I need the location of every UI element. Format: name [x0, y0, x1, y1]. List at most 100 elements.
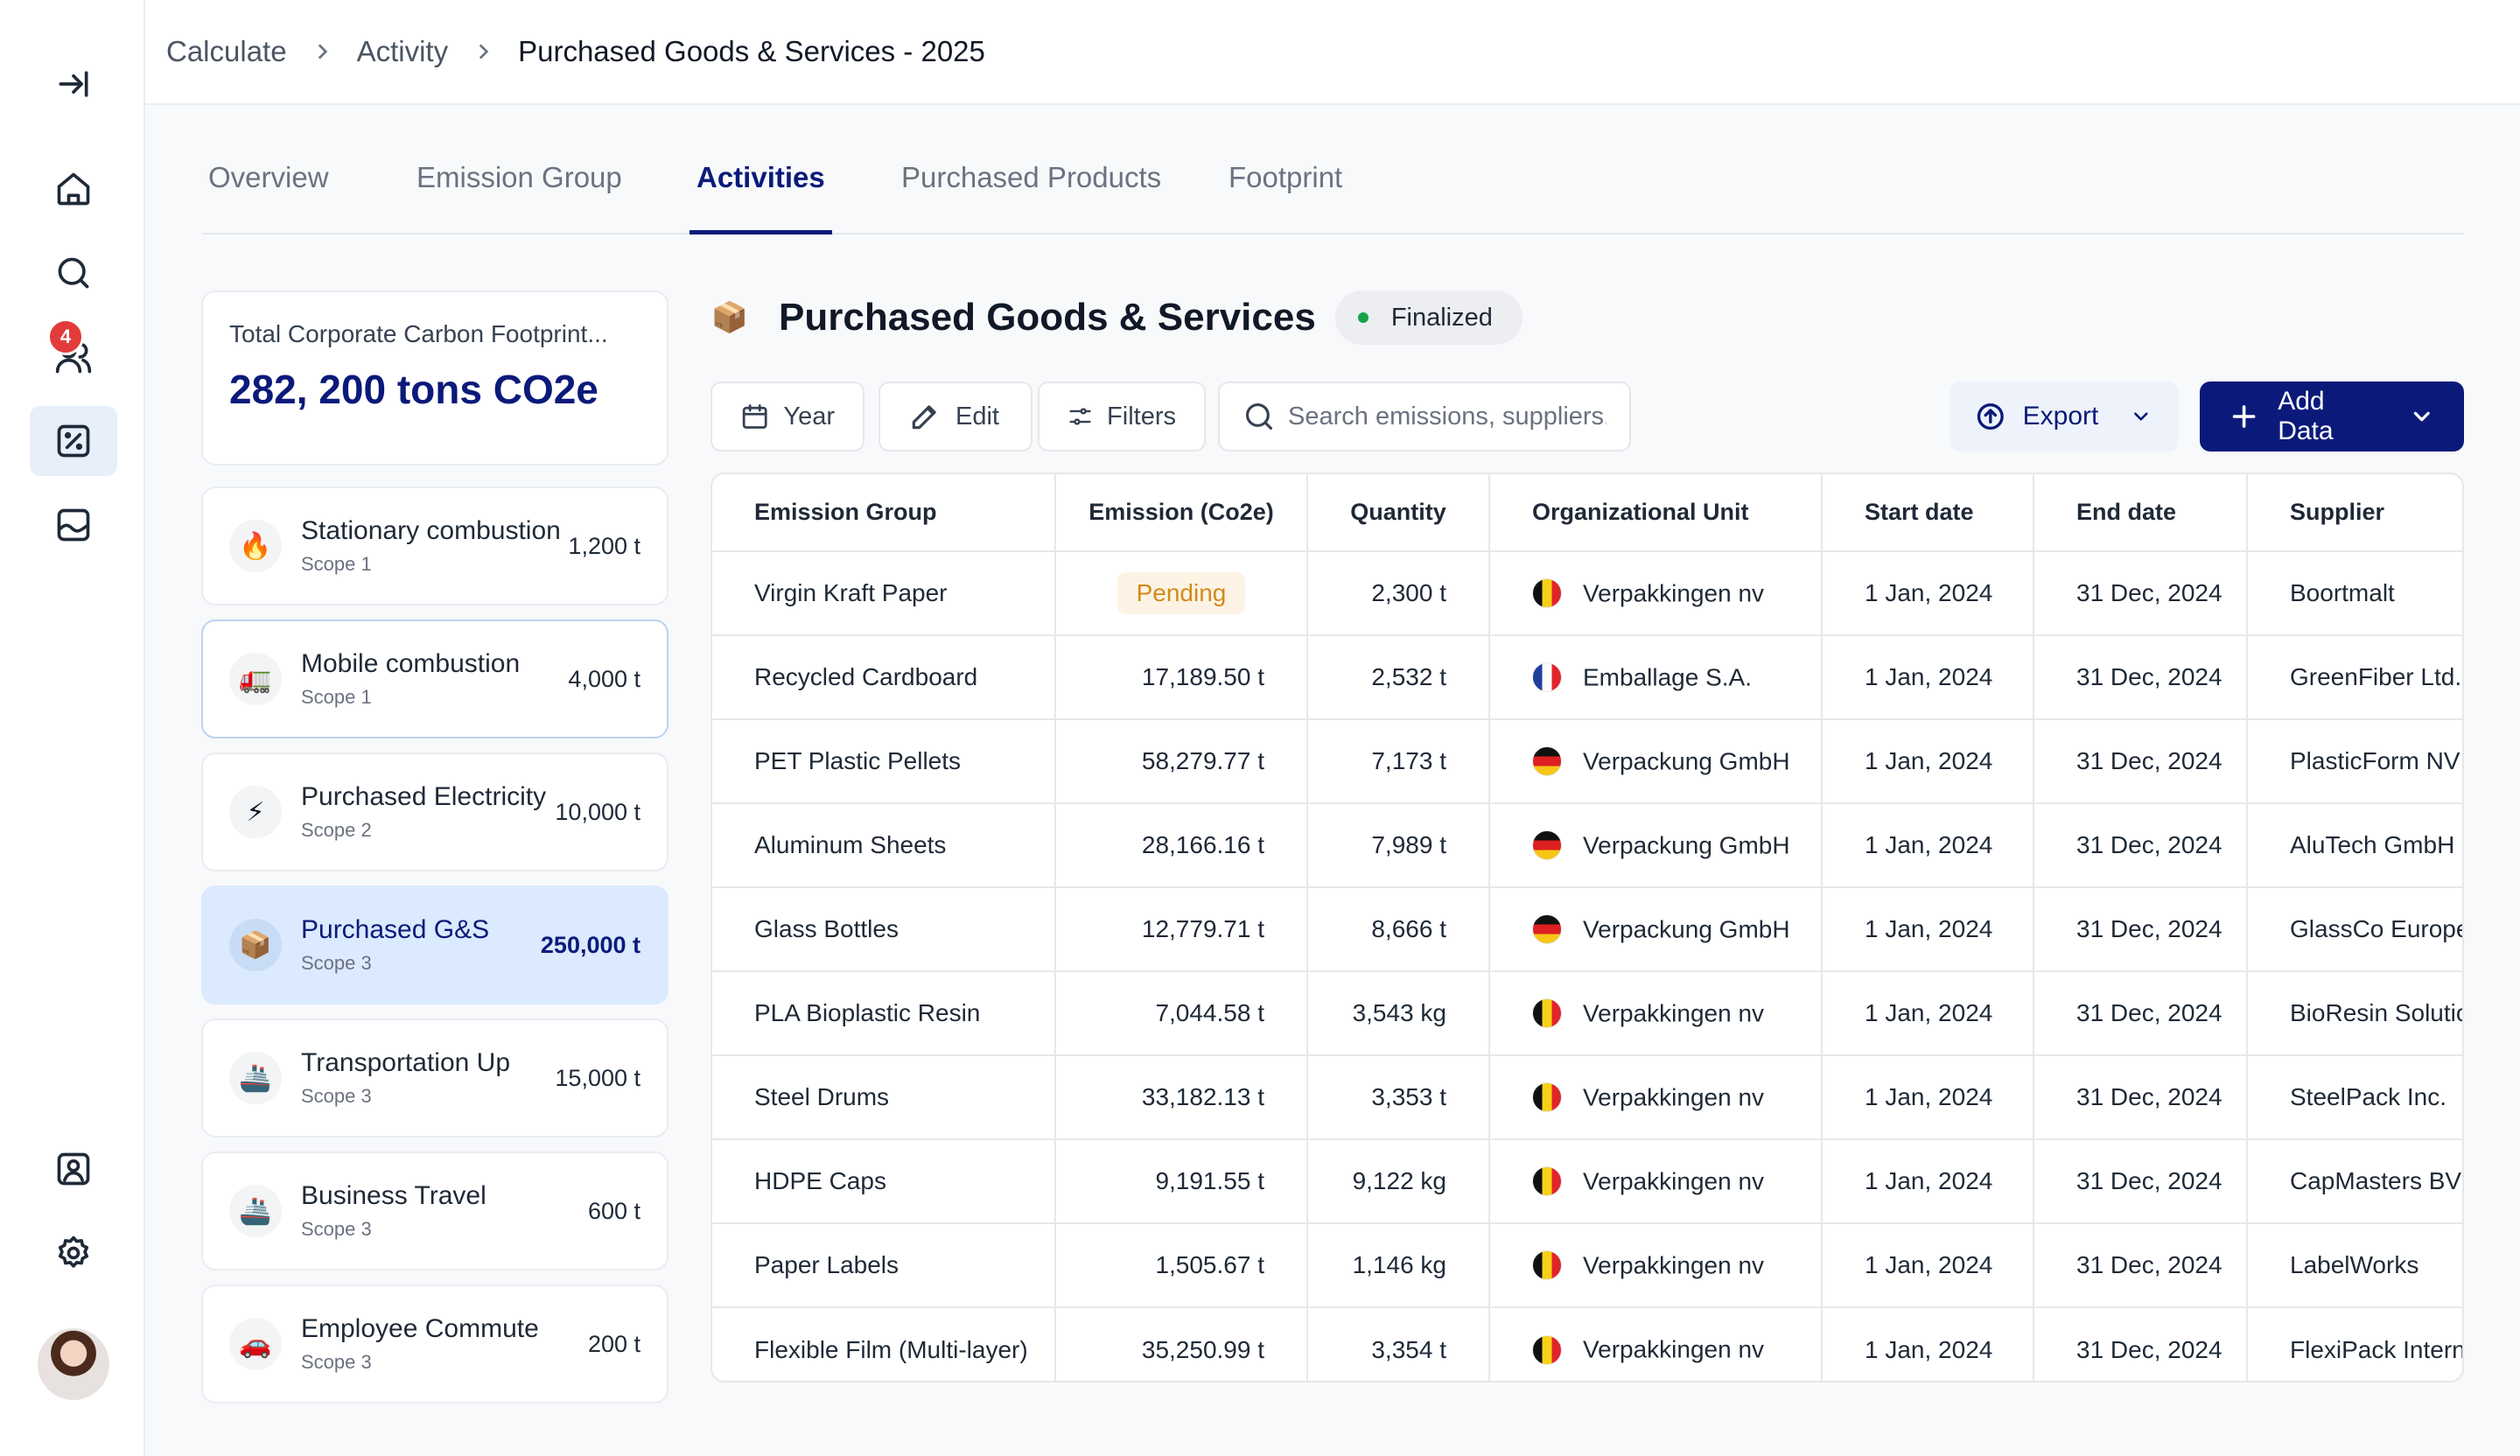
sliders-icon — [1069, 408, 1091, 425]
calendar-icon — [742, 404, 767, 429]
column-header-end-date[interactable]: End date — [2034, 474, 2248, 552]
table-row[interactable]: Recycled Cardboard 17,189.50 t 2,532 t E… — [712, 635, 2462, 720]
table-row[interactable]: HDPE Caps 9,191.55 t 9,122 kg Verpakking… — [712, 1139, 2462, 1224]
ship-icon: 🚢 — [229, 1185, 282, 1237]
cell-org-unit: Verpakkingen nv — [1489, 1139, 1823, 1224]
breadcrumb-separator — [287, 40, 357, 63]
nav-gallery-button[interactable] — [30, 490, 117, 560]
table-row[interactable]: Paper Labels 1,505.67 t 1,146 kg Verpakk… — [712, 1223, 2462, 1308]
tab-emission-group[interactable]: Emission Group — [416, 161, 622, 234]
category-name: Business Travel — [301, 1181, 486, 1210]
cell-supplier: CapMasters BV — [2247, 1139, 2462, 1224]
table-row[interactable]: PET Plastic Pellets 58,279.77 t 7,173 t … — [712, 719, 2462, 804]
chevron-right-icon — [318, 44, 327, 60]
activities-table: Emission Group Emission (Co2e) Quantity … — [710, 472, 2464, 1382]
tab-purchased-products[interactable]: Purchased Products — [901, 161, 1161, 234]
category-card-business-travel[interactable]: 🚢 Business Travel Scope 3 600 t — [201, 1152, 668, 1270]
cell-end-date: 31 Dec, 2024 — [2034, 1223, 2248, 1308]
table-row[interactable]: Aluminum Sheets 28,166.16 t 7,989 t Verp… — [712, 803, 2462, 888]
cell-emission-group: Paper Labels — [712, 1223, 1056, 1308]
belgium-flag-icon — [1532, 1082, 1562, 1113]
nav-calculate-button[interactable] — [30, 406, 117, 476]
category-scope: Scope 2 — [301, 819, 372, 841]
category-value: 15,000 t — [555, 1064, 640, 1091]
column-header-emission-group[interactable]: Emission Group — [712, 474, 1056, 552]
breadcrumb: Calculate Activity Purchased Goods & Ser… — [145, 0, 2520, 105]
category-name: Mobile combustion — [301, 649, 521, 678]
table-row[interactable]: PLA Bioplastic Resin 7,044.58 t 3,543 kg… — [712, 971, 2462, 1056]
cell-end-date: 31 Dec, 2024 — [2034, 971, 2248, 1056]
france-flag-icon — [1532, 662, 1562, 693]
cell-emission-group: Aluminum Sheets — [712, 803, 1056, 888]
status-dot-icon — [1357, 312, 1368, 323]
cell-quantity: 3,353 t — [1307, 1055, 1490, 1140]
cell-end-date: 31 Dec, 2024 — [2034, 803, 2248, 888]
tab-footprint[interactable]: Footprint — [1228, 161, 1342, 234]
cell-emission-group: Steel Drums — [712, 1055, 1056, 1140]
breadcrumb-activity[interactable]: Activity — [357, 35, 449, 68]
category-value: 250,000 t — [540, 931, 640, 958]
category-card-purchased-electricity[interactable]: ⚡ Purchased Electricity Scope 2 10,000 t — [201, 752, 668, 872]
pending-badge: Pending — [1116, 572, 1246, 614]
org-unit-name: Verpackung GmbH — [1583, 747, 1790, 775]
section-header: 📦 Purchased Goods & Services Finalized — [710, 289, 1522, 346]
chevron-down-icon — [2134, 412, 2148, 421]
category-card-purchased-gs[interactable]: 📦 Purchased G&S Scope 3 250,000 t — [201, 886, 668, 1004]
org-unit-name: Verpakkingen nv — [1583, 1167, 1765, 1195]
category-name: Purchased Electricity — [301, 782, 547, 811]
upload-circle-icon — [1977, 403, 2004, 430]
nav-profile-button[interactable] — [30, 1134, 117, 1204]
tab-overview[interactable]: Overview — [208, 161, 329, 234]
cell-emission-group: Virgin Kraft Paper — [712, 551, 1056, 636]
category-name: Stationary combustion — [301, 516, 561, 545]
expand-sidebar-button[interactable] — [30, 49, 117, 119]
cell-quantity: 3,354 t — [1307, 1307, 1490, 1381]
export-button[interactable]: Export — [1950, 382, 2179, 452]
year-button-label: Year — [783, 402, 835, 430]
cell-emission-group: Recycled Cardboard — [712, 635, 1056, 720]
cell-supplier: SteelPack Inc. — [2247, 1055, 2462, 1140]
year-button[interactable]: Year — [710, 382, 864, 452]
org-unit-name: Emballage S.A. — [1583, 663, 1752, 691]
nav-settings-button[interactable] — [30, 1218, 117, 1288]
tab-activities[interactable]: Activities — [690, 161, 832, 234]
column-header-start-date[interactable]: Start date — [1822, 474, 2034, 552]
belgium-flag-icon — [1532, 1334, 1562, 1365]
cell-emission: 17,189.50 t — [1055, 635, 1308, 720]
table-row[interactable]: Glass Bottles 12,779.71 t 8,666 t Verpac… — [712, 887, 2462, 972]
add-data-button[interactable]: Add Data — [2200, 382, 2464, 452]
user-avatar[interactable] — [38, 1328, 109, 1400]
search-icon — [1245, 402, 1273, 430]
category-card-transportation-up[interactable]: 🚢 Transportation Up Scope 3 15,000 t — [201, 1018, 668, 1138]
section-title: Purchased Goods & Services — [779, 296, 1316, 339]
cell-emission-group: PET Plastic Pellets — [712, 719, 1056, 804]
table-row[interactable]: Virgin Kraft Paper Pending 2,300 t Verpa… — [712, 551, 2462, 636]
edit-button[interactable]: Edit — [878, 382, 1032, 452]
cell-start-date: 1 Jan, 2024 — [1822, 1055, 2034, 1140]
nav-search-button[interactable] — [30, 238, 117, 308]
org-unit-name: Verpakkingen nv — [1583, 1251, 1765, 1279]
column-header-quantity[interactable]: Quantity — [1307, 474, 1490, 552]
category-card-mobile-combustion[interactable]: 🚛 Mobile combustion Scope 1 4,000 t — [201, 620, 668, 738]
breadcrumb-separator — [448, 40, 518, 63]
cell-org-unit: Verpakkingen nv — [1489, 551, 1823, 636]
category-scope: Scope 3 — [301, 1085, 372, 1107]
category-scope: Scope 3 — [301, 1351, 372, 1373]
gear-icon — [58, 1236, 89, 1268]
filters-button[interactable]: Filters — [1038, 382, 1206, 452]
cell-emission: 33,182.13 t — [1055, 1055, 1308, 1140]
org-unit-name: Verpakkingen nv — [1583, 1083, 1765, 1111]
table-row[interactable]: Flexible Film (Multi-layer) 35,250.99 t … — [712, 1307, 2462, 1381]
nav-home-button[interactable] — [30, 154, 117, 224]
column-header-org-unit[interactable]: Organizational Unit — [1489, 474, 1823, 552]
breadcrumb-calculate[interactable]: Calculate — [166, 35, 287, 68]
search-field[interactable] — [1218, 382, 1631, 452]
cell-start-date: 1 Jan, 2024 — [1822, 971, 2034, 1056]
category-card-stationary-combustion[interactable]: 🔥 Stationary combustion Scope 1 1,200 t — [201, 486, 668, 606]
table-row[interactable]: Steel Drums 33,182.13 t 3,353 t Verpakki… — [712, 1055, 2462, 1140]
cell-start-date: 1 Jan, 2024 — [1822, 1307, 2034, 1381]
column-header-supplier[interactable]: Supplier — [2247, 474, 2462, 552]
column-header-emission[interactable]: Emission (Co2e) — [1055, 474, 1308, 552]
category-card-employee-commute[interactable]: 🚗 Employee Commute Scope 3 200 t — [201, 1284, 668, 1404]
search-input[interactable] — [1288, 402, 1606, 431]
